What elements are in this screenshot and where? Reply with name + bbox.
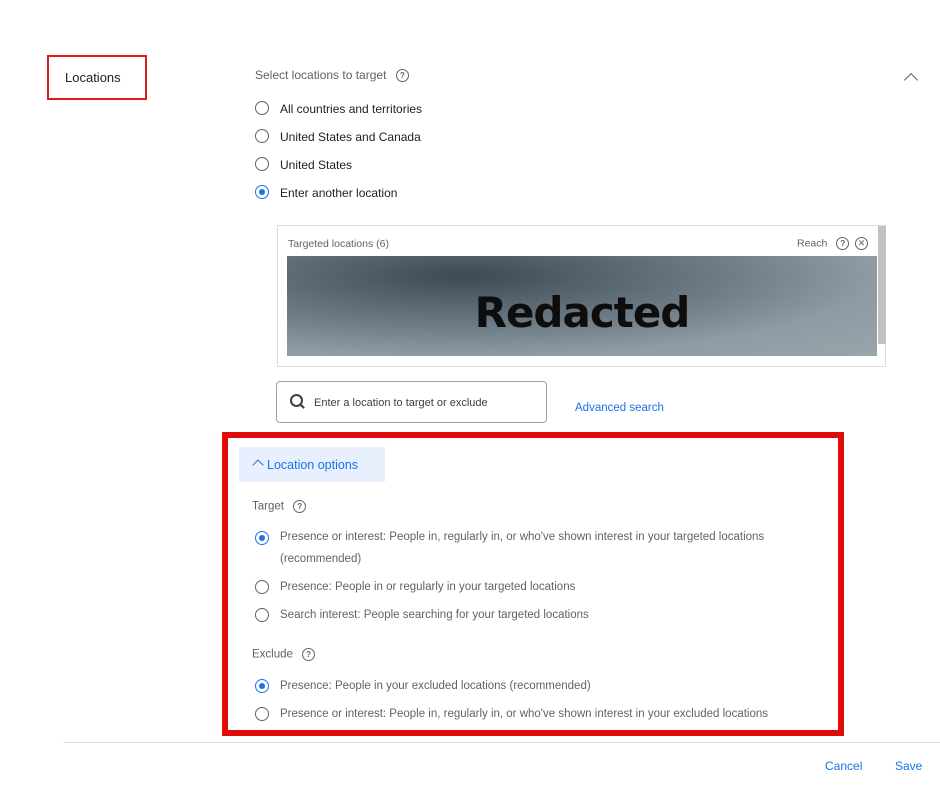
radio-enter-another-location[interactable] — [255, 185, 269, 199]
location-options-label: Location options — [267, 458, 359, 472]
radio-label: All countries and territories — [280, 102, 423, 116]
cancel-button[interactable]: Cancel — [825, 759, 862, 773]
radio-target-presence[interactable] — [255, 580, 269, 594]
reach-label: Reach ? — [797, 237, 850, 250]
radio-us-canada[interactable] — [255, 129, 269, 143]
exclude-heading: Exclude ? — [252, 648, 316, 661]
radio-label: United States and Canada — [280, 130, 421, 144]
radio-label: Presence: People in your excluded locati… — [280, 680, 591, 692]
section-title: Locations — [65, 70, 121, 85]
target-heading-text: Target — [252, 500, 284, 513]
save-button[interactable]: Save — [895, 759, 922, 773]
select-locations-heading: Select locations to target ? — [255, 68, 409, 83]
section-label-locations: Locations — [47, 55, 147, 100]
footer-divider — [63, 742, 940, 743]
radio-target-search-interest[interactable] — [255, 608, 269, 622]
radio-label: Presence or interest: People in, regular… — [280, 531, 765, 543]
target-heading: Target ? — [252, 500, 307, 513]
radio-united-states[interactable] — [255, 157, 269, 171]
redacted-image: Redacted — [287, 256, 877, 356]
select-heading-text: Select locations to target — [255, 68, 387, 82]
exclude-heading-text: Exclude — [252, 648, 293, 661]
locations-scrollbar[interactable] — [878, 226, 886, 344]
collapse-chevron-icon[interactable] — [903, 72, 919, 88]
radio-label: United States — [280, 158, 353, 172]
advanced-search-link[interactable]: Advanced search — [575, 402, 664, 414]
remove-all-icon[interactable]: ✕ — [855, 237, 868, 250]
targeted-locations-header: Targeted locations (6) — [288, 238, 389, 250]
radio-label: Presence or interest: People in, regular… — [280, 708, 769, 720]
reach-text: Reach — [797, 237, 828, 250]
search-placeholder[interactable]: Enter a location to target or exclude — [314, 397, 488, 409]
radio-label: Enter another location — [280, 186, 398, 200]
radio-exclude-presence[interactable] — [255, 679, 269, 693]
redacted-label: Redacted — [474, 287, 691, 337]
help-icon[interactable]: ? — [293, 500, 307, 513]
radio-label: Presence: People in or regularly in your… — [280, 581, 576, 593]
radio-label: Search interest: People searching for yo… — [280, 609, 589, 621]
radio-sublabel: (recommended) — [280, 553, 362, 565]
help-icon[interactable]: ? — [302, 648, 316, 661]
radio-target-presence-or-interest[interactable] — [255, 531, 269, 545]
help-icon[interactable]: ? — [395, 69, 409, 83]
radio-exclude-presence-or-interest[interactable] — [255, 707, 269, 721]
radio-all-countries[interactable] — [255, 101, 269, 115]
help-icon[interactable]: ? — [836, 237, 850, 250]
